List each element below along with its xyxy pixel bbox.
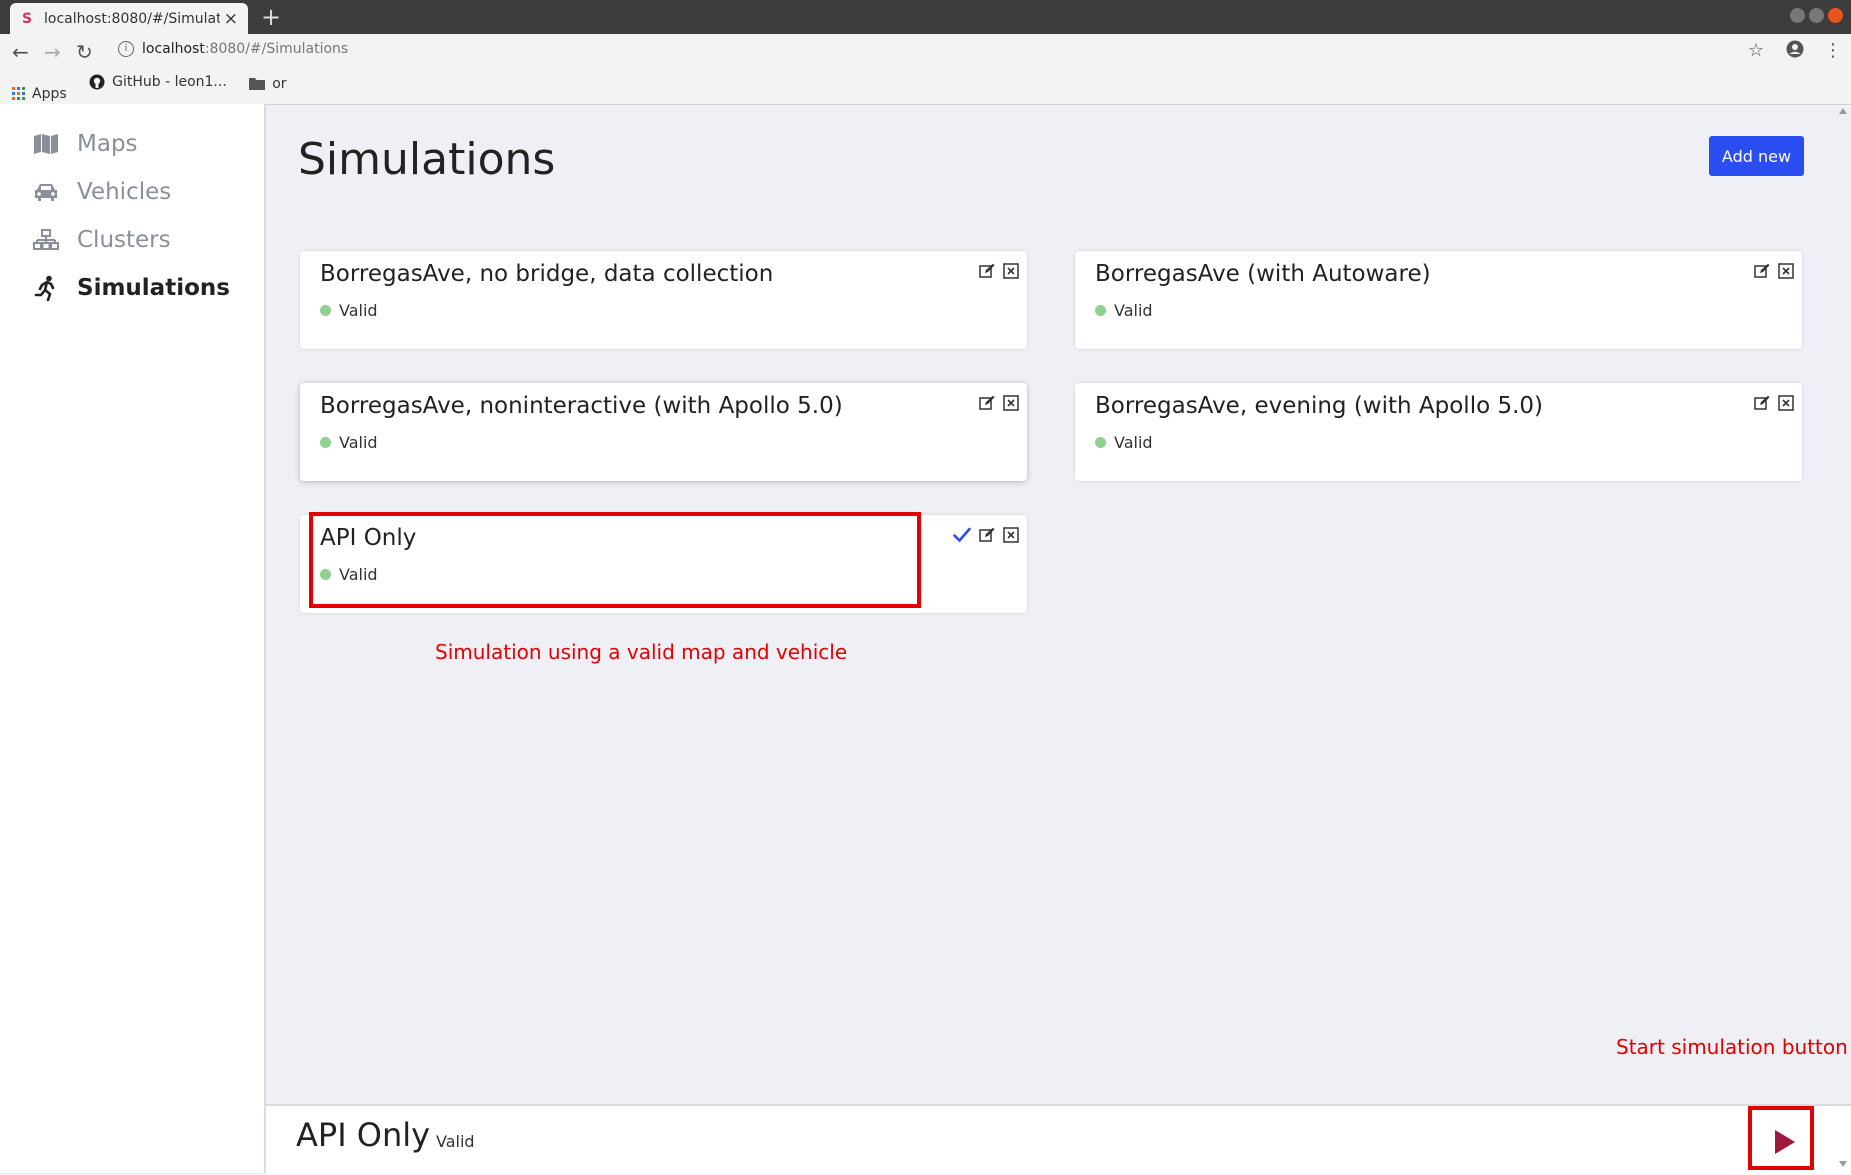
map-icon — [34, 134, 58, 154]
tab-close-icon[interactable]: × — [224, 9, 238, 29]
simulation-status: Valid — [1095, 433, 1153, 452]
edit-icon[interactable] — [1754, 395, 1770, 411]
card-actions — [1746, 263, 1794, 279]
sidebar-item-simulations[interactable]: Simulations — [33, 268, 230, 308]
edit-icon[interactable] — [979, 263, 995, 279]
info-icon[interactable]: i — [118, 41, 134, 57]
browser-menu-icon[interactable]: ⋮ — [1824, 40, 1842, 61]
sidebar-item-label: Vehicles — [77, 179, 172, 205]
simulation-status: Valid — [1095, 301, 1153, 320]
checkmark-icon — [953, 527, 971, 543]
simulation-status: Valid — [320, 433, 378, 452]
delete-icon[interactable] — [1003, 527, 1019, 543]
simulation-card-title: BorregasAve, no bridge, data collection — [320, 261, 774, 287]
window-controls — [1786, 8, 1843, 27]
site-favicon-icon: S — [22, 11, 33, 27]
annotation-highlight-play — [1748, 1106, 1814, 1170]
maximize-icon[interactable] — [1809, 8, 1824, 23]
browser-toolbar: ← → ↻ i localhost:8080/#/Simulations ☆ ⋮ … — [0, 34, 1851, 105]
annotation-play-text: Start simulation button — [1616, 1035, 1848, 1059]
bookmark-apps[interactable]: Apps — [12, 86, 67, 102]
reload-icon[interactable]: ↻ — [76, 40, 93, 64]
edit-icon[interactable] — [979, 527, 995, 543]
delete-icon[interactable] — [1003, 395, 1019, 411]
add-new-button[interactable]: Add new — [1709, 136, 1804, 176]
sidebar-item-vehicles[interactable]: Vehicles — [33, 172, 171, 212]
annotation-card-text: Simulation using a valid map and vehicle — [435, 640, 848, 664]
bookmark-label: or — [272, 75, 287, 92]
card-actions — [971, 395, 1019, 411]
browser-tab[interactable]: S localhost:8080/#/Simulations × — [10, 3, 248, 34]
forward-arrow-icon[interactable]: → — [44, 40, 61, 64]
status-label: Valid — [339, 433, 378, 452]
sidebar-item-maps[interactable]: Maps — [33, 124, 138, 164]
delete-icon[interactable] — [1778, 395, 1794, 411]
status-label: Valid — [339, 301, 378, 320]
status-dot-icon — [320, 305, 331, 316]
edit-icon[interactable] — [1754, 263, 1770, 279]
card-actions — [971, 263, 1019, 279]
minimize-icon[interactable] — [1790, 8, 1805, 23]
simulation-card-title: BorregasAve, evening (with Apollo 5.0) — [1095, 393, 1544, 419]
delete-icon[interactable] — [1003, 263, 1019, 279]
simulation-card[interactable]: BorregasAve, noninteractive (with Apollo… — [300, 383, 1027, 481]
network-icon — [33, 229, 59, 250]
bookmark-label: GitHub - leon1... — [112, 74, 227, 90]
status-dot-icon — [1095, 437, 1106, 448]
sidebar-item-clusters[interactable]: Clusters — [33, 220, 171, 260]
sidebar-item-label: Simulations — [77, 275, 230, 301]
running-person-icon — [34, 275, 55, 301]
browser-tabbar: S localhost:8080/#/Simulations × + — [0, 0, 1851, 34]
selected-simulation-bar: API Only Valid — [266, 1104, 1851, 1175]
simulation-card[interactable]: BorregasAve, evening (with Apollo 5.0) V… — [1075, 383, 1802, 481]
delete-icon[interactable] — [1778, 263, 1794, 279]
main-content: Simulations Add new BorregasAve, no brid… — [266, 104, 1851, 1175]
sidebar: Maps Vehicles Clusters Simulations — [0, 104, 266, 1173]
address-host: localhost — [142, 41, 205, 57]
status-dot-icon — [1095, 305, 1106, 316]
back-arrow-icon[interactable]: ← — [12, 40, 29, 64]
bookmark-folder[interactable]: or — [249, 75, 287, 92]
profile-avatar-icon[interactable] — [1786, 40, 1804, 63]
edit-icon[interactable] — [979, 395, 995, 411]
sidebar-item-label: Maps — [77, 131, 138, 157]
address-path: :8080/#/Simulations — [204, 41, 349, 57]
scroll-up-arrow-icon[interactable] — [1839, 108, 1847, 114]
scroll-down-arrow-icon[interactable] — [1839, 1161, 1847, 1167]
card-actions — [945, 527, 1019, 543]
status-dot-icon — [320, 437, 331, 448]
annotation-highlight-card — [309, 512, 921, 608]
selected-simulation-status: Valid — [436, 1132, 475, 1151]
simulation-card[interactable]: BorregasAve (with Autoware) Valid — [1075, 251, 1802, 349]
selected-simulation-title: API Only — [296, 1116, 431, 1154]
simulation-status: Valid — [320, 301, 378, 320]
new-tab-button[interactable]: + — [261, 3, 281, 31]
github-icon — [89, 74, 105, 90]
window-close-icon[interactable] — [1828, 8, 1843, 23]
address-bar[interactable]: i localhost:8080/#/Simulations — [118, 41, 1718, 65]
bookmarks-bar: Apps GitHub - leon1... or — [12, 74, 305, 102]
bookmark-star-icon[interactable]: ☆ — [1748, 40, 1764, 61]
apps-grid-icon — [12, 87, 25, 100]
car-icon — [35, 184, 57, 201]
tab-title: localhost:8080/#/Simulations — [44, 11, 220, 27]
simulation-card[interactable]: BorregasAve, no bridge, data collection … — [300, 251, 1027, 349]
simulation-card-title: BorregasAve (with Autoware) — [1095, 261, 1431, 287]
simulation-card-title: BorregasAve, noninteractive (with Apollo… — [320, 393, 843, 419]
bookmark-label: Apps — [32, 85, 67, 102]
folder-icon — [249, 78, 266, 90]
bookmark-github[interactable]: GitHub - leon1... — [89, 74, 227, 90]
sidebar-item-label: Clusters — [77, 227, 171, 253]
card-actions — [1746, 395, 1794, 411]
status-label: Valid — [1114, 433, 1153, 452]
page-title: Simulations — [298, 134, 556, 185]
status-label: Valid — [1114, 301, 1153, 320]
